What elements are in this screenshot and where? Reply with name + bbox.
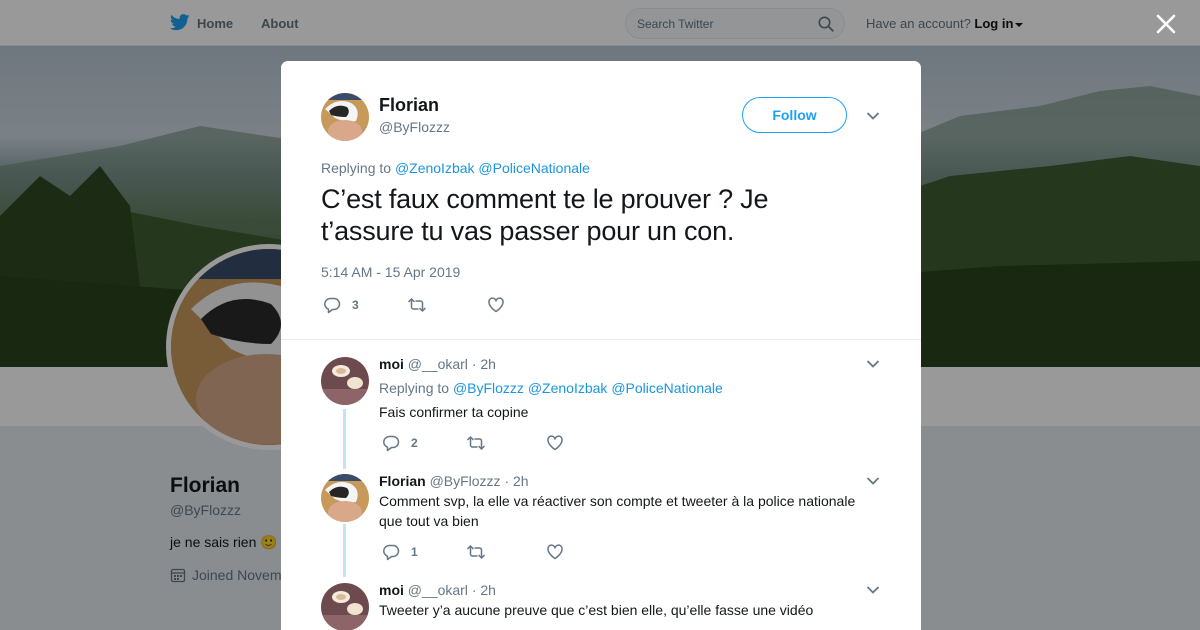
- retweet-icon: [407, 297, 426, 313]
- reply-button[interactable]: 2: [382, 434, 418, 452]
- reply-time[interactable]: 2h: [480, 582, 496, 598]
- follow-button[interactable]: Follow: [742, 97, 847, 133]
- reply-actions: 2: [382, 434, 564, 452]
- replying-to: Replying to @ByFlozzz @ZenoIzbak @Police…: [379, 380, 723, 396]
- tweet-modal: Florian @ByFlozzz Follow Replying to @Ze…: [281, 61, 921, 630]
- chevron-down-icon[interactable]: [866, 111, 880, 121]
- retweet-button[interactable]: [466, 543, 486, 561]
- chevron-down-icon[interactable]: [866, 359, 880, 369]
- like-icon: [546, 435, 563, 451]
- reply-text: Tweeter y’a aucune preuve que c’est bien…: [379, 602, 814, 618]
- author-name[interactable]: Florian: [379, 95, 439, 116]
- reply-count: 1: [411, 545, 418, 559]
- reply-avatar-image: [321, 357, 369, 405]
- mention-link[interactable]: @PoliceNationale: [478, 160, 590, 176]
- close-icon[interactable]: [1155, 13, 1177, 35]
- author-avatar[interactable]: [321, 93, 369, 141]
- thread-connector: [343, 409, 346, 469]
- reply-author-handle[interactable]: @ByFlozzz: [430, 473, 501, 489]
- mention-link[interactable]: @ZenoIzbak: [528, 380, 608, 396]
- replies-divider: [281, 339, 921, 349]
- like-icon: [546, 544, 563, 560]
- reply-author-handle[interactable]: @__okarl: [408, 582, 468, 598]
- separator-dot: ·: [471, 356, 477, 372]
- reply-text: Fais confirmer ta copine: [379, 404, 529, 420]
- author-avatar-image: [321, 93, 369, 141]
- reply-avatar-image: [321, 474, 369, 522]
- reply-time[interactable]: 2h: [513, 473, 529, 489]
- author-handle[interactable]: @ByFlozzz: [379, 119, 450, 135]
- replying-prefix: Replying to: [379, 380, 450, 396]
- reply-icon: [324, 297, 341, 314]
- separator-dot: ·: [471, 582, 477, 598]
- mention-link[interactable]: @ZenoIzbak: [395, 160, 475, 176]
- reply-button[interactable]: 1: [382, 543, 418, 561]
- retweet-button[interactable]: [466, 434, 486, 452]
- replying-to: Replying to @ZenoIzbak @PoliceNationale: [321, 160, 590, 176]
- tweet-text: C’est faux comment te le prouver ? Je t’…: [321, 184, 769, 246]
- reply-avatar[interactable]: [321, 357, 369, 405]
- reply-text: Comment svp, la elle va réactiver son co…: [379, 493, 856, 529]
- reply-header: moi @__okarl · 2h: [379, 356, 496, 372]
- like-button[interactable]: [487, 296, 505, 314]
- reply-count: 3: [352, 298, 359, 312]
- like-button[interactable]: [546, 543, 564, 561]
- reply-author-name[interactable]: Florian: [379, 473, 426, 489]
- like-icon: [487, 297, 504, 313]
- reply-author-name[interactable]: moi: [379, 582, 404, 598]
- mention-link[interactable]: @PoliceNationale: [611, 380, 723, 396]
- thread-connector: [343, 524, 346, 577]
- reply-time[interactable]: 2h: [480, 356, 496, 372]
- retweet-icon: [466, 435, 485, 451]
- reply-author-name[interactable]: moi: [379, 356, 404, 372]
- reply-header: moi @__okarl · 2h: [379, 582, 496, 598]
- reply-count: 2: [411, 436, 418, 450]
- reply-avatar-image: [321, 583, 369, 630]
- reply-button[interactable]: 3: [323, 296, 359, 314]
- chevron-down-icon[interactable]: [866, 585, 880, 595]
- reply-author-handle[interactable]: @__okarl: [408, 356, 468, 372]
- chevron-down-icon[interactable]: [866, 476, 880, 486]
- retweet-icon: [466, 544, 485, 560]
- reply-avatar[interactable]: [321, 583, 369, 630]
- reply-icon: [383, 544, 400, 561]
- tweet-timestamp[interactable]: 5:14 AM - 15 Apr 2019: [321, 264, 460, 280]
- tweet-actions: 3: [323, 296, 505, 314]
- reply-avatar[interactable]: [321, 474, 369, 522]
- retweet-button[interactable]: [407, 296, 427, 314]
- separator-dot: ·: [504, 473, 510, 489]
- replying-prefix: Replying to: [321, 160, 392, 176]
- reply-icon: [383, 435, 400, 452]
- mention-link[interactable]: @ByFlozzz: [453, 380, 524, 396]
- reply-actions: 1: [382, 543, 564, 561]
- reply-header: Florian @ByFlozzz · 2h: [379, 473, 529, 489]
- like-button[interactable]: [546, 434, 564, 452]
